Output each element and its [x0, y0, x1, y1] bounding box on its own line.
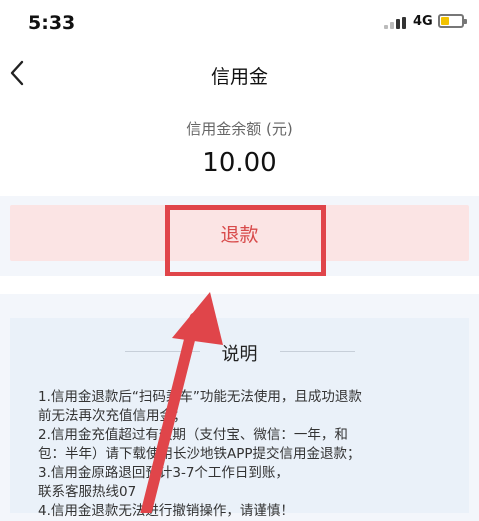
signal-icon: [384, 17, 408, 29]
info-line: 1.信用金退款后“扫码乘车”功能无法使用，且成功退款: [38, 389, 362, 405]
info-title: 说明: [221, 344, 258, 365]
network-type: 4G: [413, 14, 433, 29]
balance-section: 信用金余额 (元) 10.00: [0, 104, 479, 196]
annotation-highlight-box: [165, 205, 326, 277]
battery-icon: [438, 14, 467, 28]
balance-value: 10.00: [202, 148, 277, 178]
status-time: 5:33: [28, 12, 76, 34]
nav-bar: 信用金: [0, 44, 479, 104]
info-body: 1.信用金退款后“扫码乘车”功能无法使用，且成功退款 前无法再次充值信用金； 2…: [38, 388, 458, 521]
info-line: 前无法再次充值信用金；: [38, 408, 187, 424]
info-panel: 说明 1.信用金退款后“扫码乘车”功能无法使用，且成功退款 前无法再次充值信用金…: [10, 318, 469, 519]
info-line: 联系客服热线07: [38, 484, 137, 500]
balance-label: 信用金余额 (元): [186, 120, 293, 138]
info-line: 4.信用金退款无法进行撤销操作，请谨慎！: [38, 503, 294, 519]
info-line: 包：半年）请下载使用长沙地铁APP提交信用金退款；: [38, 446, 361, 462]
section-divider: [0, 276, 479, 294]
title-divider-right: [280, 351, 355, 352]
status-bar: 5:33 4G: [0, 0, 479, 44]
info-line: 2.信用金充值超过有效期（支付宝、微信：一年，和: [38, 427, 348, 443]
page-title: 信用金: [210, 66, 268, 88]
info-line: 3.信用金原路退回预计3-7个工作日到账，: [38, 465, 289, 481]
